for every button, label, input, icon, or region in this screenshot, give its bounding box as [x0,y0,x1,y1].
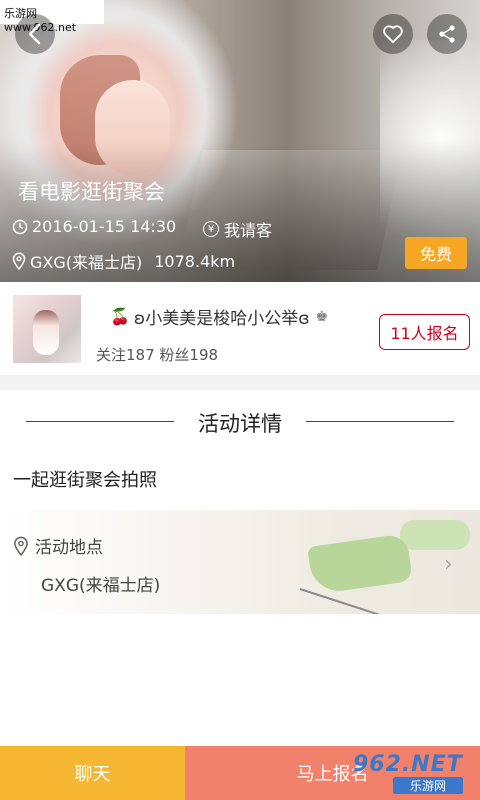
clock-icon [12,219,28,234]
cherry-icon: 🍒 [110,307,130,326]
watermark-brand: 962.NET [353,752,463,777]
signup-count-badge[interactable]: 11人报名 [379,314,470,350]
event-distance: 1078.4km [154,251,236,271]
back-chevron-icon [28,23,41,45]
watermark-bottom: 962.NET 乐游网 [343,746,480,800]
location-pin-icon [12,252,26,270]
section-divider [0,375,480,390]
location-pin-icon [14,536,28,556]
event-payment: ¥ 我请客 [203,217,272,241]
chat-button[interactable]: 聊天 [0,746,185,800]
divider-line-right [306,421,454,422]
share-button[interactable] [427,14,467,54]
event-datetime: 2016-01-15 14:30 [32,217,177,236]
yen-icon: ¥ [203,221,219,237]
heart-icon [383,25,403,44]
back-button[interactable] [15,14,55,54]
chevron-right-icon: › [444,552,453,577]
price-badge: 免费 [405,237,467,269]
favorite-button[interactable] [373,14,413,54]
watermark-top: 乐游网 www.962.net [0,0,104,34]
event-datetime-row: 2016-01-15 14:30 [12,217,176,236]
event-location: GXG(来福士店) [30,253,143,272]
watermark-sub: 乐游网 [393,777,463,794]
host-info-row[interactable]: 🍒 ʚ小美美是梭哈小公举ɞ ♚ 关注187 粉丝198 11人报名 [0,282,480,375]
crown-icon: ♚ [315,308,329,325]
map-label: 活动地点 [35,538,103,558]
event-description: 一起逛街聚会拍照 [13,470,157,491]
event-payment-label: 我请客 [224,221,273,240]
map-address: GXG(来福士店) [41,576,161,596]
map-label-row: 活动地点 [13,533,103,558]
location-map[interactable]: › [0,510,480,614]
section-title: 活动详情 [198,412,282,436]
event-location-row: GXG(来福士店) 1078.4km [12,249,235,273]
host-follow-stats: 关注187 粉丝198 [96,346,219,364]
host-name: ʚ小美美是梭哈小公举ɞ [133,309,310,329]
event-title: 看电影逛街聚会 [18,180,165,204]
host-name-row: 🍒 ʚ小美美是梭哈小公举ɞ ♚ [110,304,328,329]
host-avatar[interactable] [13,295,81,363]
share-icon [439,25,455,43]
section-header: 活动详情 [0,390,480,452]
